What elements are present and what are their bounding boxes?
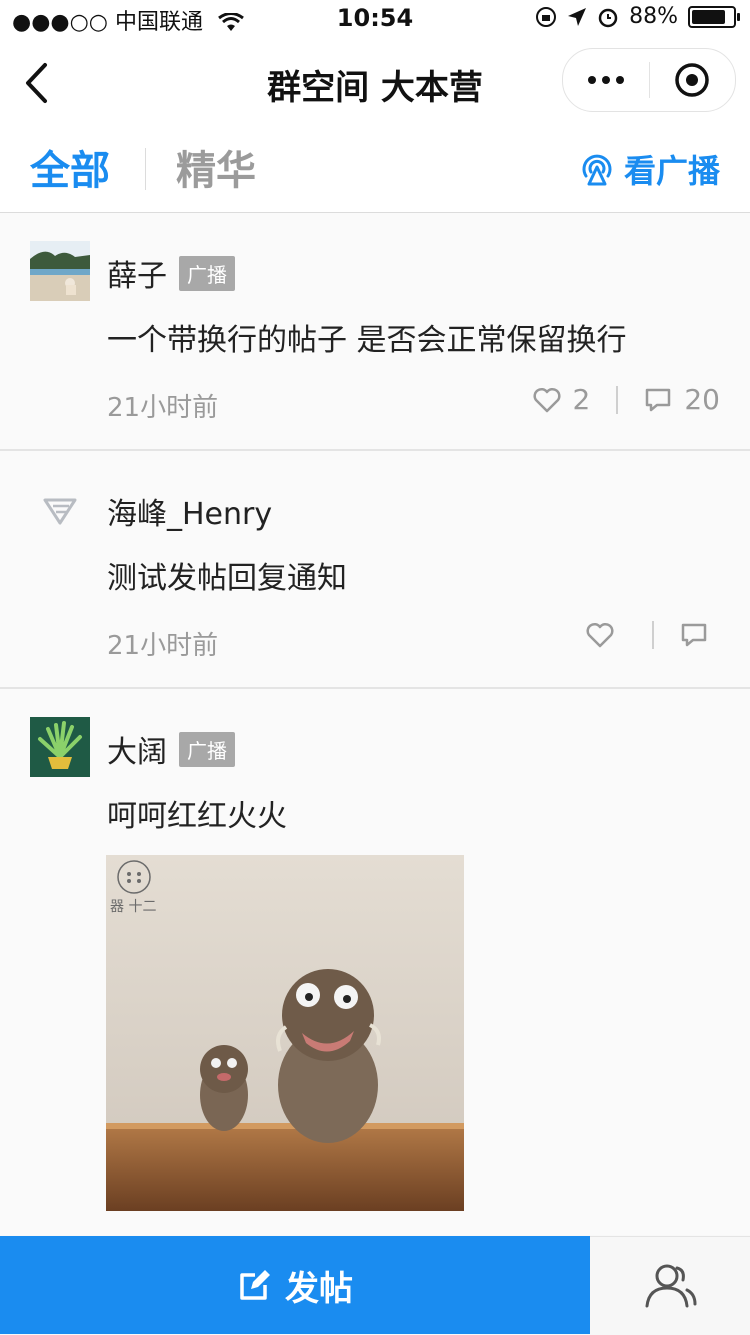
post-card[interactable]: 大阔 广播 呵呵红红火火 器 十二: [0, 689, 750, 1235]
location-icon: [568, 7, 587, 26]
post-text[interactable]: 一个带换行的帖子 是否会正常保留换行: [107, 315, 627, 359]
small-figurine: [200, 1045, 248, 1131]
tab-bar: 全部 精华 看广播: [0, 128, 750, 223]
members-icon: [645, 1264, 697, 1308]
heart-icon: [586, 622, 614, 648]
bottom-bar: 发帖: [0, 1236, 750, 1335]
battery-icon: [688, 5, 740, 28]
comment-button[interactable]: [680, 622, 720, 648]
post-author: 海峰_Henry: [107, 489, 272, 533]
action-divider: [652, 621, 654, 649]
broadcast-badge: 广播: [179, 731, 235, 767]
avatar[interactable]: [30, 241, 90, 301]
large-figurine: [276, 969, 381, 1143]
logo-avatar: [30, 479, 90, 539]
author-name[interactable]: 大阔: [107, 727, 167, 771]
tab-essence[interactable]: 精华: [176, 138, 256, 196]
more-button[interactable]: [563, 49, 649, 111]
post-text[interactable]: 测试发帖回复通知: [107, 553, 347, 597]
comment-icon: [646, 388, 671, 411]
post-image[interactable]: 器 十二: [106, 855, 464, 1211]
post-feed[interactable]: 薛子 广播 一个带换行的帖子 是否会正常保留换行 21小时前 2 20 海峰_H…: [0, 213, 750, 1235]
edit-icon: [240, 1270, 270, 1300]
like-count: 2: [572, 383, 591, 416]
plant-avatar: [30, 717, 90, 777]
avatar[interactable]: [30, 717, 90, 777]
post-time: 21小时前: [107, 393, 219, 423]
broadcast-label: 看广播: [623, 152, 720, 190]
new-post-label: 发帖: [285, 1268, 353, 1309]
beach-photo-avatar: [30, 241, 90, 301]
avatar[interactable]: [30, 479, 90, 539]
comment-button[interactable]: 20: [644, 383, 720, 416]
alarm-icon: [598, 8, 618, 27]
tab-all[interactable]: 全部: [30, 138, 110, 223]
battery-percent: 88%: [629, 4, 678, 29]
post-time: 21小时前: [107, 631, 219, 661]
status-icons: 88%: [535, 4, 740, 29]
rotation-lock-icon: [536, 6, 557, 27]
mini-program-capsule: [562, 48, 736, 112]
post-actions: 2 20: [532, 383, 720, 416]
post-author: 大阔 广播: [107, 727, 235, 771]
author-name[interactable]: 海峰_Henry: [107, 489, 272, 533]
image-watermark: 器 十二: [110, 899, 156, 915]
post-author: 薛子 广播: [107, 251, 235, 295]
post-actions: [586, 621, 720, 649]
more-dots-icon: [587, 76, 596, 84]
members-button[interactable]: [590, 1236, 750, 1335]
comment-icon: [681, 623, 707, 647]
author-name[interactable]: 薛子: [107, 251, 167, 295]
heart-icon: [532, 387, 561, 412]
action-divider: [616, 385, 619, 414]
nav-bar: 群空间 大本营: [0, 40, 750, 128]
like-button[interactable]: 2: [532, 383, 591, 416]
comment-count: 20: [684, 383, 720, 416]
new-post-button[interactable]: 发帖: [0, 1236, 590, 1334]
post-text[interactable]: 呵呵红红火火: [107, 791, 287, 835]
post-card[interactable]: 海峰_Henry 测试发帖回复通知 21小时前: [0, 451, 750, 689]
close-button[interactable]: [650, 49, 736, 111]
target-icon: [675, 63, 709, 97]
like-button[interactable]: [586, 622, 626, 648]
broadcast-badge: 广播: [179, 255, 235, 291]
post-card[interactable]: 薛子 广播 一个带换行的帖子 是否会正常保留换行 21小时前 2 20: [0, 213, 750, 451]
view-broadcast-link[interactable]: 看广播: [580, 146, 720, 192]
tab-divider: [145, 148, 146, 190]
broadcast-icon: [582, 154, 612, 186]
status-bar: ●●●○○ 中国联通 10:54 88%: [0, 0, 750, 40]
